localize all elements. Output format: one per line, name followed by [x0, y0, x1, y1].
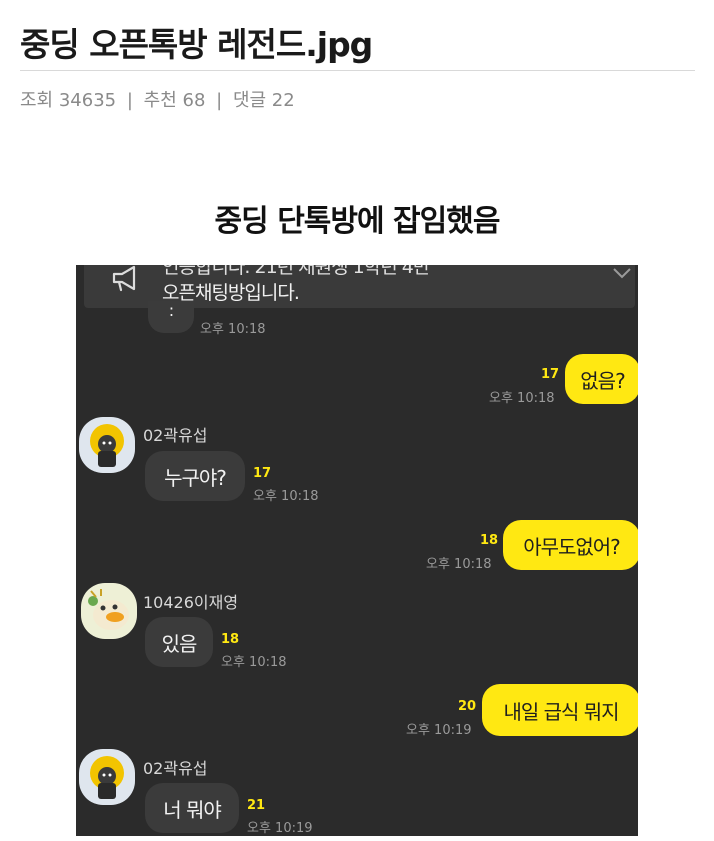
read-count: 17: [253, 466, 272, 481]
post-meta: 조회 34635 | 추천 68 | 댓글 22: [20, 86, 295, 112]
avatar-image: [81, 583, 137, 639]
message-text: 너 뭐야: [163, 797, 222, 822]
message-text: 없음?: [580, 368, 625, 393]
view-count: 조회 34635: [20, 90, 117, 111]
message-time: 오후 10:18: [426, 557, 492, 572]
title-divider: [20, 70, 695, 71]
message-time: 오후 10:19: [247, 821, 313, 836]
message-bubble: 있음: [145, 617, 213, 667]
chat-screenshot: 인증합니다. 21년 재원생 1학년 4반 오픈채팅방입니다. : 오후 10:…: [76, 265, 638, 836]
message-time: 오후 10:18: [253, 489, 319, 504]
message-text: :: [168, 301, 174, 320]
megaphone-icon: [112, 265, 136, 292]
message-time: 오후 10:18: [200, 322, 266, 337]
message-text: 내일 급식 뭐지: [503, 699, 619, 724]
message-bubble: 아무도없어?: [503, 520, 638, 570]
read-count: 21: [247, 798, 266, 813]
sender-name: 02곽유섭: [143, 759, 208, 778]
message-bubble: 누구야?: [145, 451, 245, 501]
avatar[interactable]: [81, 583, 137, 639]
image-caption: 중딩 단톡방에 잡임했음: [214, 204, 501, 239]
meta-separator: |: [216, 90, 223, 111]
meta-separator: |: [126, 90, 133, 111]
comment-count[interactable]: 댓글 22: [233, 90, 295, 111]
post-title: 중딩 오픈톡방 레전드.jpg: [20, 25, 373, 64]
message-bubble: 내일 급식 뭐지: [482, 684, 638, 736]
message-time: 오후 10:18: [489, 391, 555, 406]
read-count: 17: [541, 367, 560, 382]
message-time: 오후 10:18: [221, 655, 287, 670]
avatar[interactable]: [79, 417, 135, 473]
read-count: 18: [480, 533, 499, 548]
sender-name: 10426이재영: [143, 593, 239, 612]
chevron-down-icon[interactable]: [611, 265, 633, 281]
recommend-count: 추천 68: [143, 90, 206, 111]
message-text: 누구야?: [164, 465, 227, 490]
avatar-image: [79, 417, 135, 473]
notice-text-cut: 인증합니다. 21년 재원생 1학년 4반: [162, 265, 430, 278]
avatar[interactable]: [79, 749, 135, 805]
message-text: 있음: [161, 631, 198, 656]
message-time: 오후 10:19: [406, 723, 472, 738]
message-bubble-partial: :: [148, 301, 194, 333]
read-count: 20: [458, 699, 477, 714]
message-bubble: 없음?: [565, 354, 638, 404]
read-count: 18: [221, 632, 240, 647]
message-text: 아무도없어?: [523, 534, 621, 559]
avatar-image: [79, 749, 135, 805]
message-bubble: 너 뭐야: [145, 783, 239, 833]
sender-name: 02곽유섭: [143, 426, 208, 445]
